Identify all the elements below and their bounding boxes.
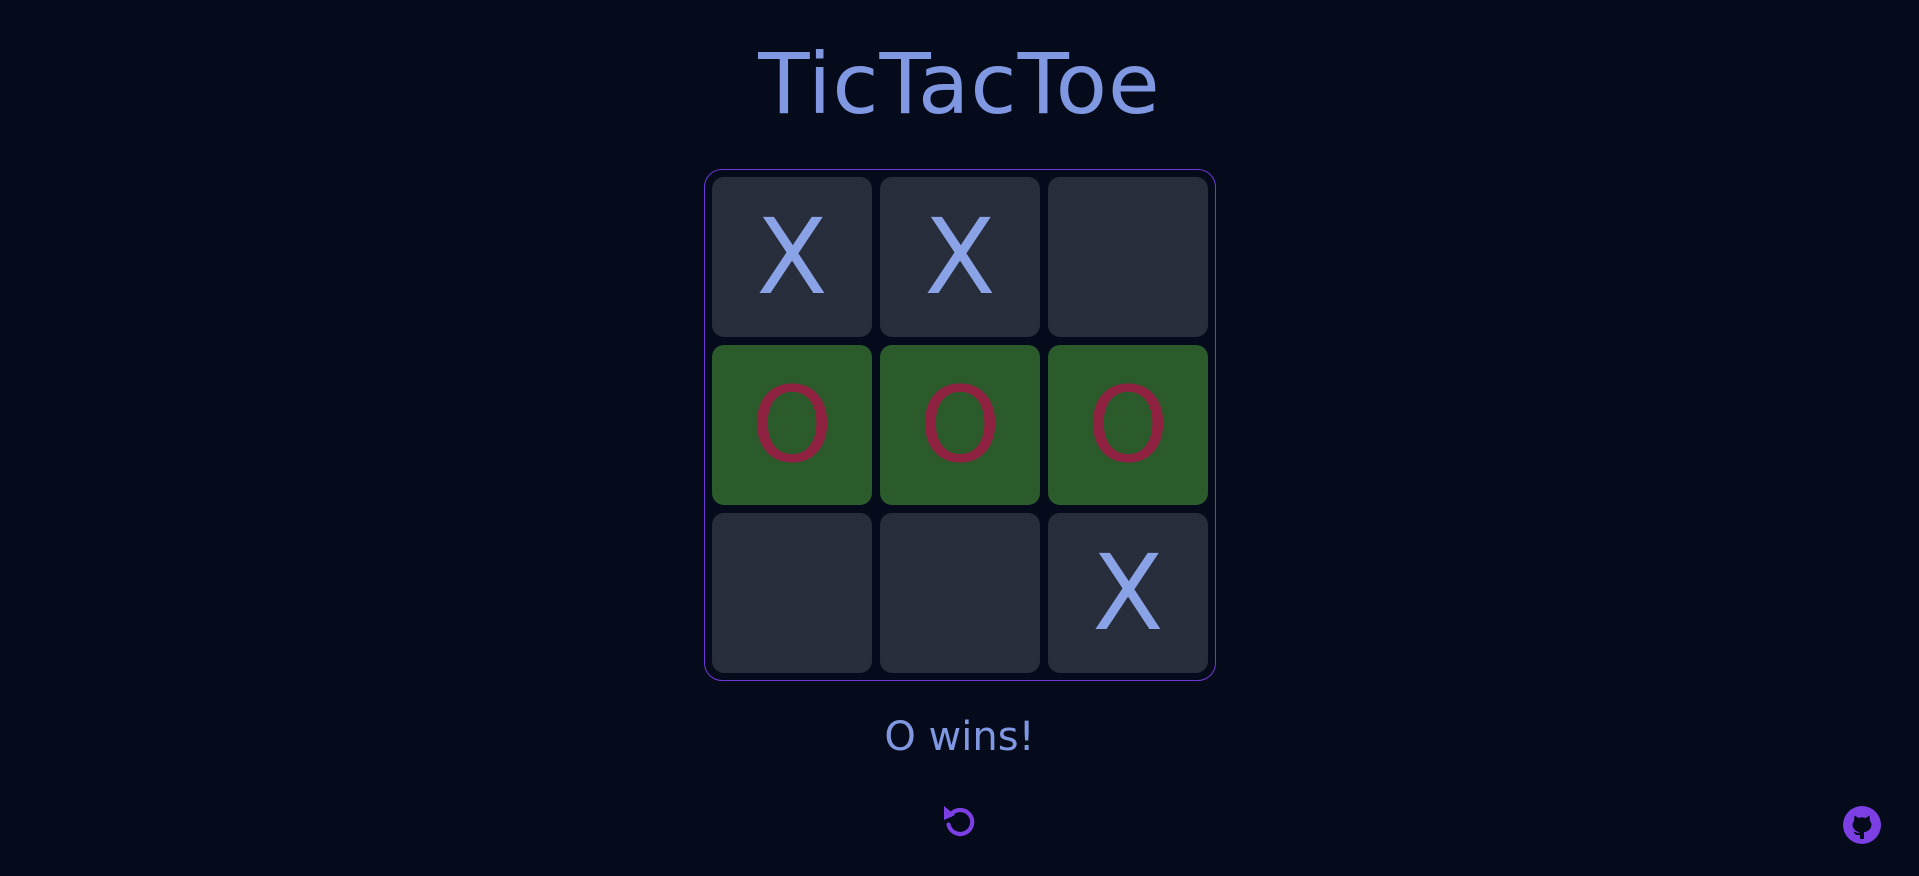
restart-button[interactable] [937, 800, 983, 844]
board-cell-7[interactable] [712, 513, 872, 673]
board-cell-6[interactable]: O [1048, 345, 1208, 505]
board-cell-3[interactable] [1048, 177, 1208, 337]
restart-icon [940, 801, 980, 844]
github-icon [1842, 805, 1882, 849]
game-status: O wins! [884, 714, 1035, 760]
board-cell-1[interactable]: X [712, 177, 872, 337]
game-page: TicTacToe X X O O O X O wins! [0, 0, 1919, 876]
github-link[interactable] [1842, 805, 1882, 849]
board-cell-9[interactable]: X [1048, 513, 1208, 673]
page-title: TicTacToe [758, 35, 1161, 133]
board-cell-2[interactable]: X [880, 177, 1040, 337]
board-cell-8[interactable] [880, 513, 1040, 673]
board-cell-4[interactable]: O [712, 345, 872, 505]
game-board: X X O O O X [704, 169, 1216, 681]
board-cell-5[interactable]: O [880, 345, 1040, 505]
